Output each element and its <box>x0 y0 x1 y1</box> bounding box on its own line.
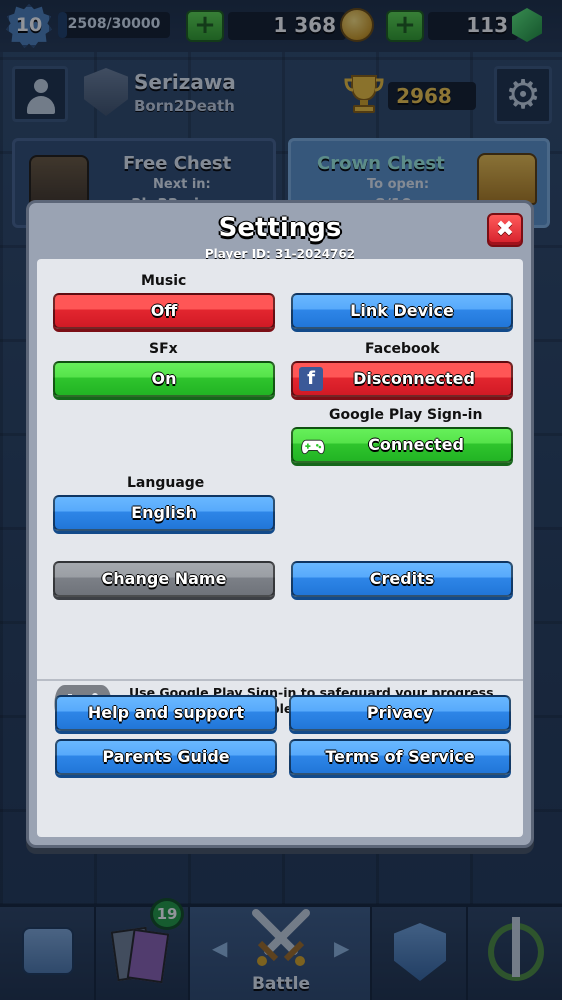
parents-guide-button[interactable]: Parents Guide <box>55 739 277 775</box>
gplay-label: Google Play Sign-in <box>329 407 483 423</box>
privacy-button[interactable]: Privacy <box>289 695 511 731</box>
credits-button[interactable]: Credits <box>291 561 513 597</box>
link-device-button[interactable]: Link Device <box>291 293 513 329</box>
dialog-title: Settings <box>218 213 342 243</box>
settings-dialog: Settings Player ID: 31-2024762 ✖ Music O… <box>26 200 534 848</box>
help-support-button[interactable]: Help and support <box>55 695 277 731</box>
sfx-toggle-button[interactable]: On <box>53 361 275 397</box>
close-icon: ✖ <box>495 217 515 242</box>
gplay-status: Connected <box>368 435 464 454</box>
gplay-button[interactable]: Connected <box>291 427 513 463</box>
terms-of-service-button[interactable]: Terms of Service <box>289 739 511 775</box>
language-button[interactable]: English <box>53 495 275 531</box>
gamepad-icon <box>301 439 325 455</box>
facebook-label: Facebook <box>365 341 440 357</box>
sfx-label: SFx <box>149 341 178 357</box>
music-toggle-button[interactable]: Off <box>53 293 275 329</box>
facebook-icon: f <box>299 367 323 391</box>
close-button[interactable]: ✖ <box>487 213 523 247</box>
language-label: Language <box>127 475 205 491</box>
settings-panel: Music Off Link Device SFx Facebook On f … <box>37 259 523 837</box>
facebook-button[interactable]: f Disconnected <box>291 361 513 397</box>
change-name-button[interactable]: Change Name <box>53 561 275 597</box>
music-label: Music <box>141 273 187 289</box>
facebook-status: Disconnected <box>353 369 475 388</box>
